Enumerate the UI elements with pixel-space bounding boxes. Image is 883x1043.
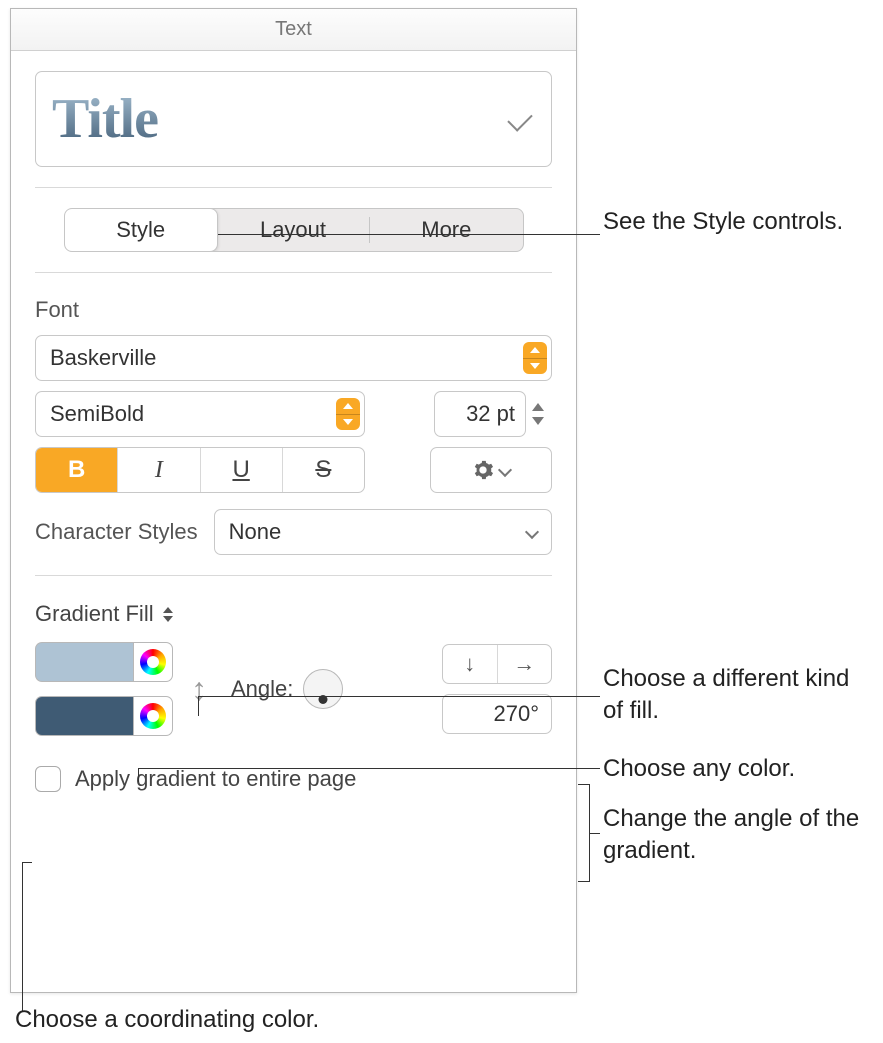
strikethrough-button[interactable]: S [283, 448, 364, 492]
callout-any-color: Choose any color. [603, 753, 873, 785]
updown-arrows-icon [162, 607, 174, 622]
tab-more[interactable]: More [370, 209, 522, 251]
gear-icon [472, 459, 494, 481]
gradient-direction-segmented: ↓ → [442, 644, 552, 684]
character-styles-value: None [229, 519, 282, 545]
font-size-input[interactable]: 32 pt [434, 391, 526, 437]
font-size-stepper[interactable] [532, 403, 552, 425]
callout-style: See the Style controls. [603, 206, 863, 238]
apply-gradient-page-checkbox[interactable] [35, 766, 61, 792]
character-styles-select[interactable]: None [214, 509, 552, 555]
color-wheel-icon [140, 649, 166, 675]
gradient-swatches [35, 642, 173, 736]
callout-leader [138, 768, 139, 782]
paragraph-style-preview: Title [52, 87, 158, 151]
color-wheel-button-1[interactable] [133, 642, 173, 682]
divider [35, 187, 552, 188]
panel-title: Text [11, 9, 576, 51]
callout-leader [198, 696, 600, 697]
fill-type-label: Gradient Fill [35, 601, 154, 627]
direction-vertical-button[interactable]: ↓ [443, 645, 498, 683]
apply-gradient-page-label: Apply gradient to entire page [75, 766, 356, 792]
direction-horizontal-button[interactable]: → [498, 645, 552, 683]
italic-button[interactable]: I [118, 448, 200, 492]
inspector-tabs: Style Layout More [64, 208, 524, 252]
callout-angle: Change the angle of the gradient. [603, 803, 883, 868]
angle-label: Angle: [231, 676, 293, 702]
callout-leader [590, 833, 600, 834]
gradient-color-2-well[interactable] [35, 696, 133, 736]
divider [35, 575, 552, 576]
callout-bracket [578, 784, 590, 882]
swap-colors-icon[interactable]: ↕ [191, 671, 207, 708]
stepper-up-icon[interactable] [532, 403, 544, 411]
gradient-color-1-well[interactable] [35, 642, 133, 682]
font-section-label: Font [35, 297, 552, 323]
font-family-value: Baskerville [50, 345, 156, 371]
color-wheel-icon [140, 703, 166, 729]
fill-type-select[interactable]: Gradient Fill [35, 596, 174, 632]
bold-button[interactable]: B [36, 448, 118, 492]
text-inspector-panel: Text Title Style Layout More Font Basker… [10, 8, 577, 993]
underline-button[interactable]: U [201, 448, 283, 492]
tab-style[interactable]: Style [64, 208, 218, 252]
callout-leader [138, 768, 600, 769]
callout-coordinating-color: Choose a coordinating color. [15, 1004, 515, 1036]
callout-leader [22, 862, 32, 863]
chevron-down-icon [507, 106, 532, 131]
callout-fill-kind: Choose a different kind of fill. [603, 663, 873, 728]
angle-value-field[interactable]: 270° [442, 694, 552, 734]
tab-layout[interactable]: Layout [217, 209, 369, 251]
color-wheel-button-2[interactable] [133, 696, 173, 736]
callout-leader [22, 862, 23, 1012]
divider [35, 272, 552, 273]
callout-leader [198, 696, 199, 716]
character-styles-label: Character Styles [35, 519, 198, 545]
chevron-down-icon [525, 525, 539, 539]
stepper-down-icon[interactable] [532, 417, 544, 425]
dropdown-stepper-icon [523, 342, 547, 374]
font-weight-value: SemiBold [50, 401, 144, 427]
text-style-segmented: B I U S [35, 447, 365, 493]
advanced-options-button[interactable] [430, 447, 552, 493]
dropdown-stepper-icon [336, 398, 360, 430]
font-family-select[interactable]: Baskerville [35, 335, 552, 381]
chevron-down-icon [498, 463, 512, 477]
angle-dial[interactable] [303, 669, 343, 709]
font-size-field: 32 pt [434, 391, 552, 437]
paragraph-style-dropdown[interactable]: Title [35, 71, 552, 167]
font-weight-select[interactable]: SemiBold [35, 391, 365, 437]
